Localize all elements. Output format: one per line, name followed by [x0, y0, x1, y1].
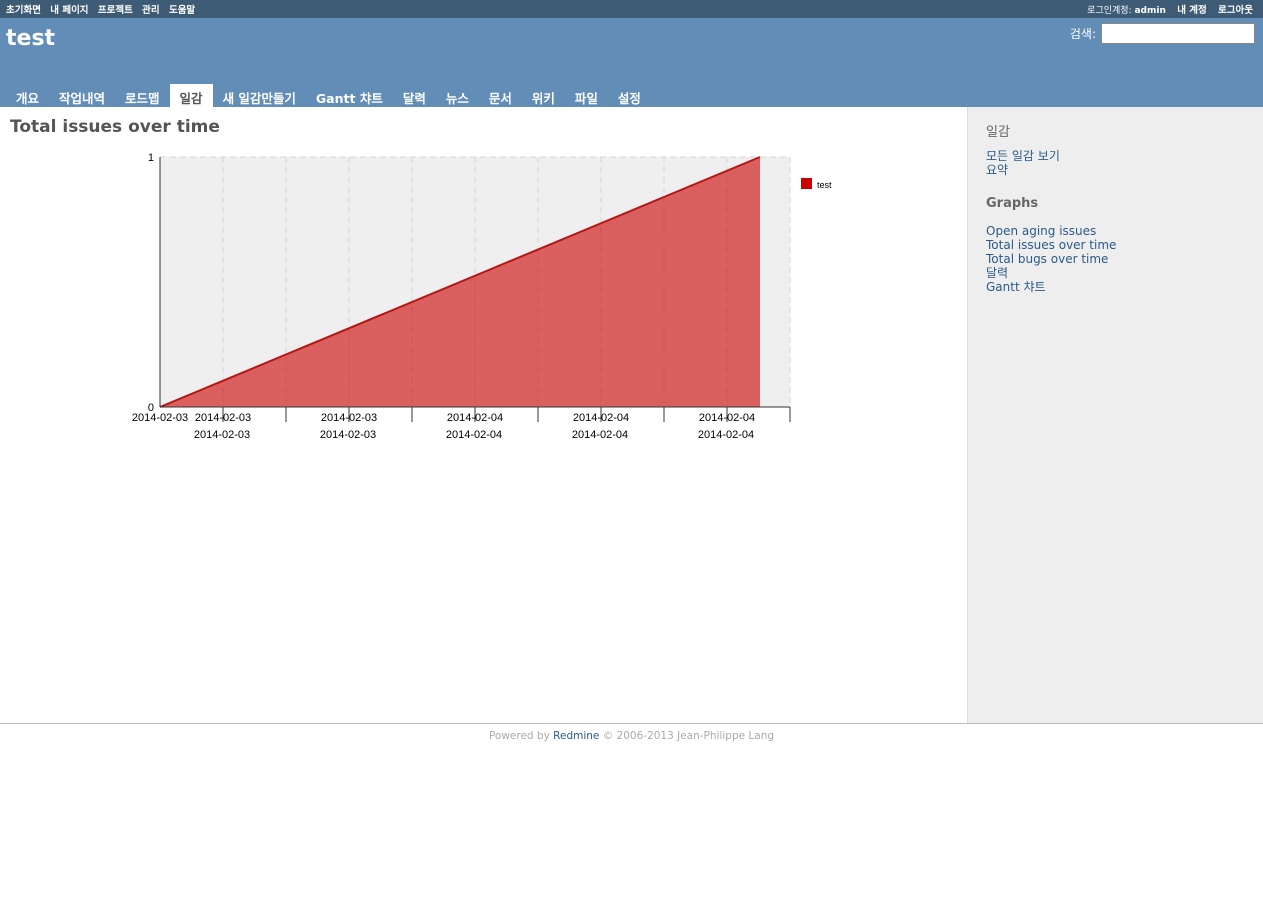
- footer-redmine-link[interactable]: Redmine: [553, 730, 599, 742]
- content: Total issues over time 0 1 2014-02-03 2014-…: [0, 107, 967, 723]
- x-tick-label: 2014-02-04: [698, 429, 754, 441]
- header: test 검색: 개요 작업내역 로드맵 일감 새 일감만들기 Gantt 챠트…: [0, 18, 1263, 107]
- tab-activity[interactable]: 작업내역: [49, 84, 115, 107]
- page-title: Total issues over time: [10, 117, 220, 137]
- footer-powered-by: Powered by: [488, 730, 550, 742]
- top-menu-my-page[interactable]: 내 페이지: [50, 5, 88, 16]
- sidebar-issues-links: 모든 일감 보기 요약: [986, 149, 1060, 177]
- issues-chart: 012014-02-03 2014-02-03 2014-02-03 2014-02-…: [132, 152, 832, 441]
- sidebar-link-total-bugs[interactable]: Total bugs over time: [986, 252, 1116, 266]
- tab-new-issue[interactable]: 새 일감만들기: [213, 84, 306, 107]
- search-label: 검색:: [1069, 27, 1096, 41]
- x-tick-label: 2014-02-04: [447, 412, 503, 424]
- search-input[interactable]: [1101, 23, 1255, 44]
- top-menu-right: 로그인계정: admin 내 계정 로그아웃: [1079, 2, 1253, 16]
- top-menu-projects[interactable]: 프로젝트: [98, 5, 133, 16]
- x-tick-label: 2014-02-04: [699, 412, 755, 424]
- x-tick-label: 2014-02-04: [572, 429, 628, 441]
- tab-files[interactable]: 파일: [565, 84, 608, 107]
- legend-swatch: [801, 178, 812, 189]
- sidebar-link-total-issues[interactable]: Total issues over time: [986, 238, 1116, 252]
- logged-as-label: 로그인계정:: [1087, 6, 1132, 16]
- logged-user[interactable]: admin: [1134, 6, 1165, 16]
- x-tick-label: 2014-02-03: [320, 429, 376, 441]
- tab-settings[interactable]: 설정: [608, 84, 651, 107]
- sidebar-link-all-issues[interactable]: 모든 일감 보기: [986, 149, 1060, 163]
- sidebar-link-calendar[interactable]: 달력: [986, 266, 1116, 280]
- logged-as: 로그인계정: admin: [1087, 6, 1166, 16]
- tab-roadmap[interactable]: 로드맵: [115, 84, 170, 107]
- sidebar-link-open-aging[interactable]: Open aging issues: [986, 224, 1116, 238]
- sidebar-link-summary[interactable]: 요약: [986, 163, 1060, 177]
- project-title[interactable]: test: [6, 26, 55, 51]
- top-menu-home[interactable]: 초기화면: [6, 5, 41, 16]
- footer: Powered by Redmine © 2006-2013 Jean-Phil…: [0, 723, 1263, 742]
- my-account-link[interactable]: 내 계정: [1177, 5, 1207, 16]
- tab-overview[interactable]: 개요: [6, 84, 49, 107]
- sidebar-issues-title: 일감: [986, 125, 1010, 140]
- sidebar-graphs-title: Graphs: [986, 196, 1039, 211]
- main-menu: 개요 작업내역 로드맵 일감 새 일감만들기 Gantt 챠트 달력 뉴스 문서…: [6, 84, 651, 107]
- x-tick-label: 2014-02-04: [446, 429, 502, 441]
- top-menu-admin[interactable]: 관리: [142, 5, 159, 16]
- tab-gantt[interactable]: Gantt 챠트: [306, 84, 393, 107]
- tab-documents[interactable]: 문서: [479, 84, 522, 107]
- tab-issues[interactable]: 일감: [169, 84, 213, 107]
- x-tick-label: 2014-02-04: [573, 412, 629, 424]
- tab-news[interactable]: 뉴스: [436, 84, 479, 107]
- logout-link[interactable]: 로그아웃: [1218, 5, 1253, 16]
- y-tick-label: 1: [148, 152, 154, 164]
- tab-calendar[interactable]: 달력: [393, 84, 436, 107]
- top-menu-help[interactable]: 도움말: [169, 5, 195, 16]
- sidebar-graphs-links: Open aging issues Total issues over time…: [986, 224, 1116, 294]
- x-tick-label: 2014-02-03: [132, 412, 188, 424]
- x-tick-label: 2014-02-03: [194, 429, 250, 441]
- search-box: 검색:: [1070, 23, 1255, 44]
- footer-copyright: © 2006-2013 Jean-Philippe Lang: [602, 730, 775, 742]
- top-menu-left: 초기화면 내 페이지 프로젝트 관리 도움말: [6, 2, 201, 16]
- x-tick-label: 2014-02-03: [195, 412, 251, 424]
- tab-wiki[interactable]: 위키: [522, 84, 565, 107]
- x-tick-label: 2014-02-03: [321, 412, 377, 424]
- sidebar-link-gantt[interactable]: Gantt 챠트: [986, 280, 1116, 294]
- top-menu: 초기화면 내 페이지 프로젝트 관리 도움말 로그인계정: admin 내 계정…: [0, 0, 1263, 18]
- sidebar: 일감 모든 일감 보기 요약 Graphs Open aging issues …: [967, 107, 1263, 723]
- legend-label: test: [817, 180, 832, 190]
